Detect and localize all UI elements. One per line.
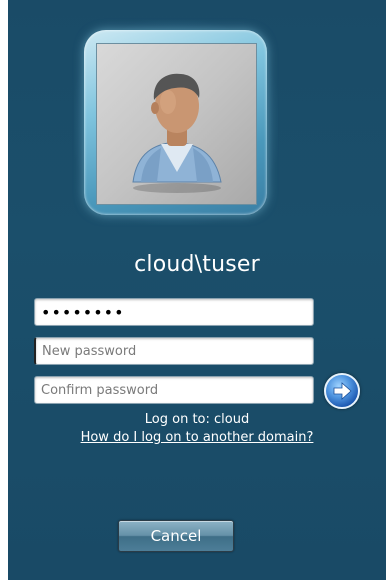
- user-tile: [84, 30, 267, 215]
- arrow-right-icon: [333, 382, 352, 400]
- confirm-password-field[interactable]: [34, 376, 314, 404]
- cancel-button[interactable]: Cancel: [118, 520, 234, 552]
- logon-to-text: Log on to: cloud: [144, 412, 250, 427]
- user-avatar-icon: [132, 73, 222, 193]
- user-name: cloud\tuser: [134, 252, 260, 277]
- user-avatar: [96, 43, 257, 205]
- other-domain-link[interactable]: How do I log on to another domain?: [8, 430, 386, 445]
- new-password-field[interactable]: [34, 337, 314, 365]
- logon-screen: cloud\tuser Log on to: cloud How do I lo…: [8, 0, 386, 580]
- current-password-field[interactable]: [34, 298, 314, 326]
- submit-button[interactable]: [324, 373, 360, 409]
